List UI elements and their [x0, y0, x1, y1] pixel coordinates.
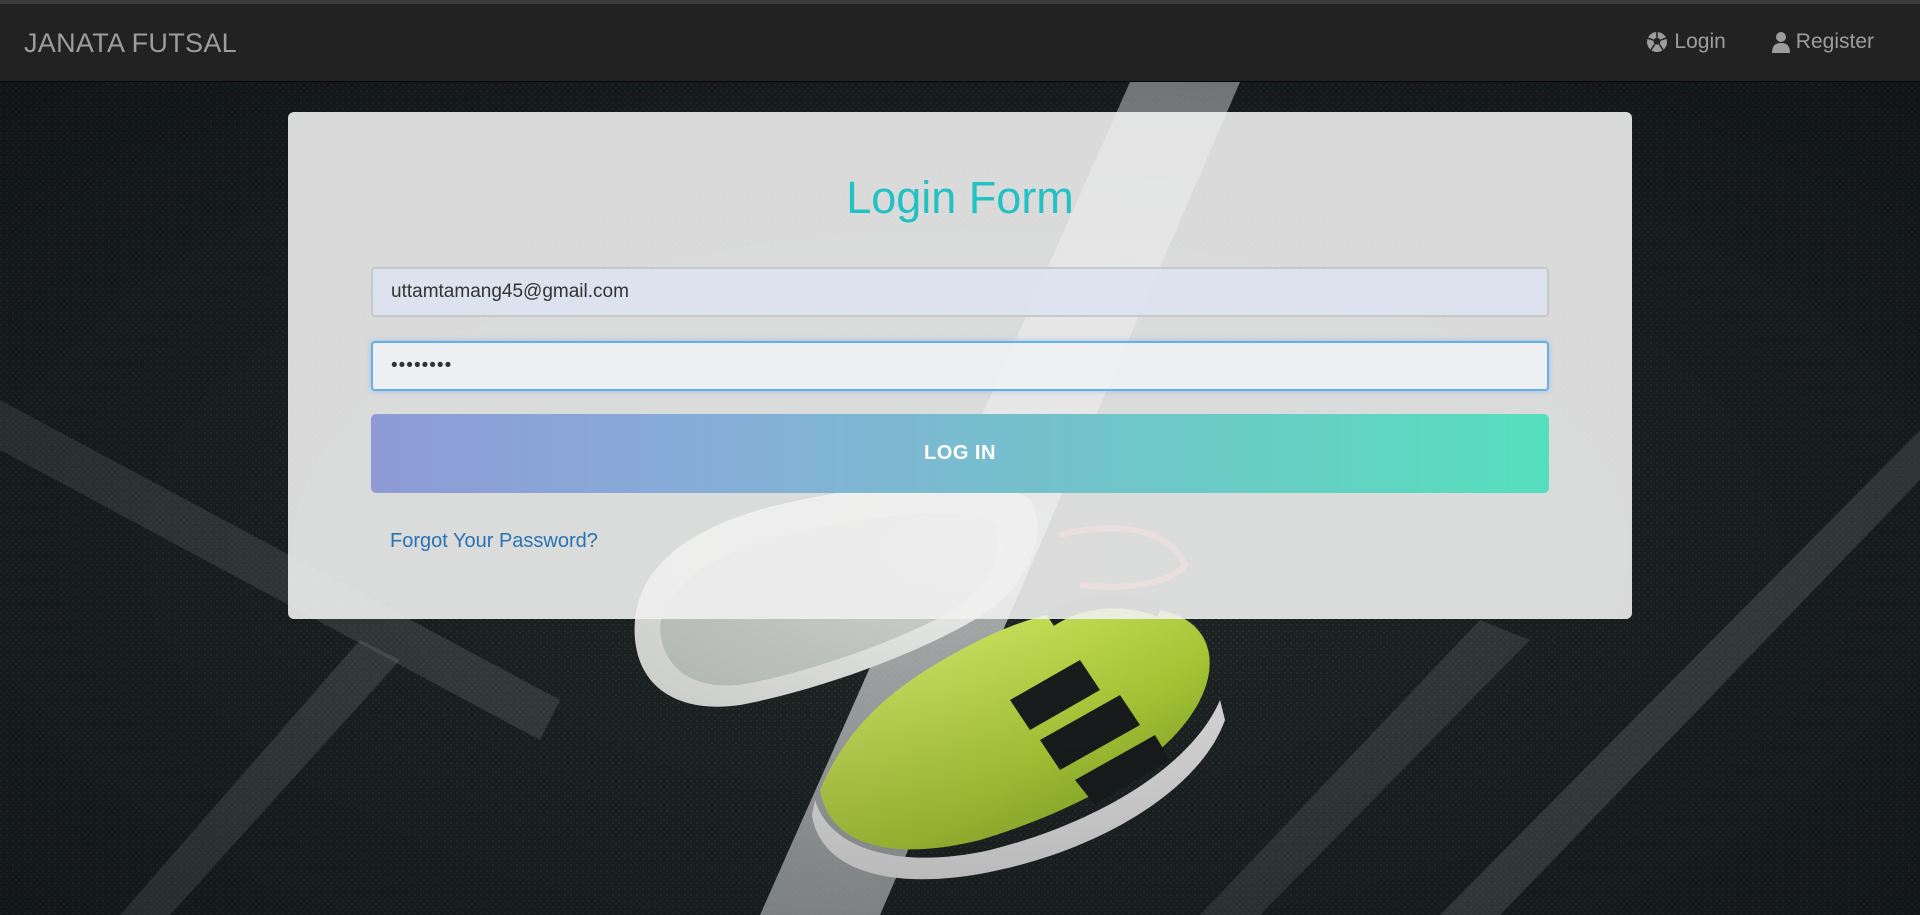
login-button[interactable]: LOG IN [371, 414, 1549, 493]
navbar-right-links: Login Register [1646, 30, 1874, 54]
password-input[interactable] [371, 341, 1549, 391]
top-navbar: JANATA FUTSAL Login Register [0, 0, 1920, 82]
forgot-password-link[interactable]: Forgot Your Password? [390, 530, 598, 553]
nav-register-label: Register [1795, 30, 1874, 53]
soccer-ball-icon [1646, 31, 1668, 53]
nav-login-link[interactable]: Login [1646, 30, 1726, 54]
nav-login-label: Login [1674, 30, 1726, 53]
login-card: Login Form LOG IN Forgot Your Password? [288, 112, 1632, 619]
email-input[interactable] [371, 267, 1549, 317]
user-icon [1771, 31, 1790, 53]
login-form-title: Login Form [846, 172, 1074, 223]
brand-logo-link[interactable]: JANATA FUTSAL [24, 28, 237, 59]
nav-register-link[interactable]: Register [1771, 30, 1874, 54]
